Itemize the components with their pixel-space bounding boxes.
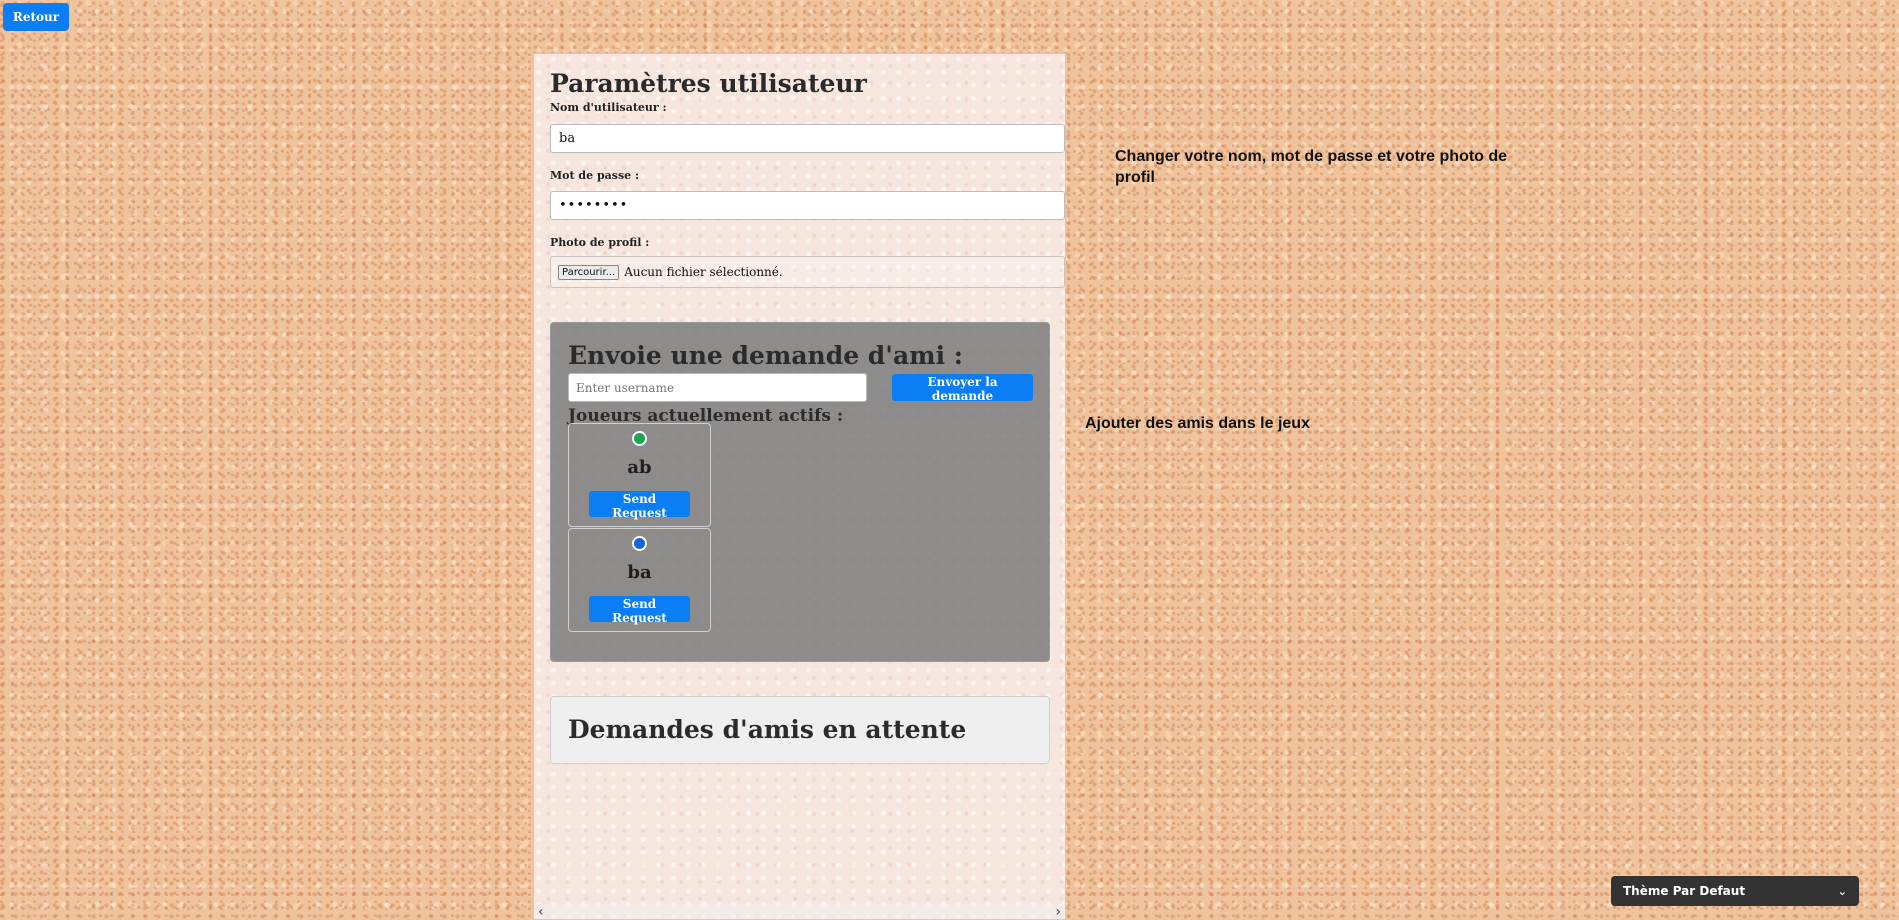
horizontal-scrollbar[interactable]: ‹ › — [534, 904, 1065, 919]
send-friend-request-button[interactable]: Envoyer la demande — [892, 374, 1033, 403]
photo-label: Photo de profil : — [550, 236, 650, 249]
username-label: Nom d'utilisateur : — [550, 101, 667, 114]
page-title: Paramètres utilisateur — [550, 69, 867, 98]
player-card: ba Send Request — [568, 528, 711, 632]
scroll-right-icon[interactable]: › — [1055, 904, 1061, 920]
send-request-button[interactable]: Send Request — [589, 491, 690, 520]
password-field[interactable]: •••••••• — [550, 191, 1065, 220]
user-settings-panel: Paramètres utilisateur Nom d'utilisateur… — [533, 53, 1066, 920]
chevron-down-icon: ⌄ — [1837, 884, 1847, 898]
browse-button[interactable]: Parcourir... — [558, 264, 620, 280]
player-name: ba — [627, 562, 652, 583]
avatar — [632, 431, 647, 446]
pending-requests-title: Demandes d'amis en attente — [568, 715, 967, 744]
avatar — [632, 536, 647, 551]
avatar-dot — [634, 433, 645, 444]
friend-username-input[interactable] — [568, 373, 867, 402]
settings-hint: Changer votre nom, mot de passe et votre… — [1115, 148, 1508, 186]
avatar-dot — [634, 538, 645, 549]
send-request-button[interactable]: Send Request — [589, 596, 690, 625]
friend-request-section: Envoie une demande d'ami : Envoyer la de… — [550, 322, 1050, 662]
username-field[interactable] — [550, 124, 1065, 153]
theme-select[interactable]: Thème Par Defaut ⌄ — [1611, 876, 1859, 906]
password-label: Mot de passe : — [550, 169, 640, 182]
friends-hint: Ajouter des amis dans le jeux — [1085, 415, 1310, 432]
player-name: ab — [627, 457, 652, 478]
friend-request-title: Envoie une demande d'ami : — [568, 341, 964, 370]
player-card: ab Send Request — [568, 423, 711, 527]
back-button[interactable]: Retour — [3, 3, 69, 31]
pending-requests-section: Demandes d'amis en attente — [550, 696, 1050, 764]
theme-selected-value: Thème Par Defaut — [1623, 884, 1746, 898]
profile-photo-input: Parcourir... Aucun fichier sélectionné. — [550, 256, 1065, 288]
file-status: Aucun fichier sélectionné. — [624, 265, 783, 279]
scroll-left-icon[interactable]: ‹ — [538, 904, 544, 920]
